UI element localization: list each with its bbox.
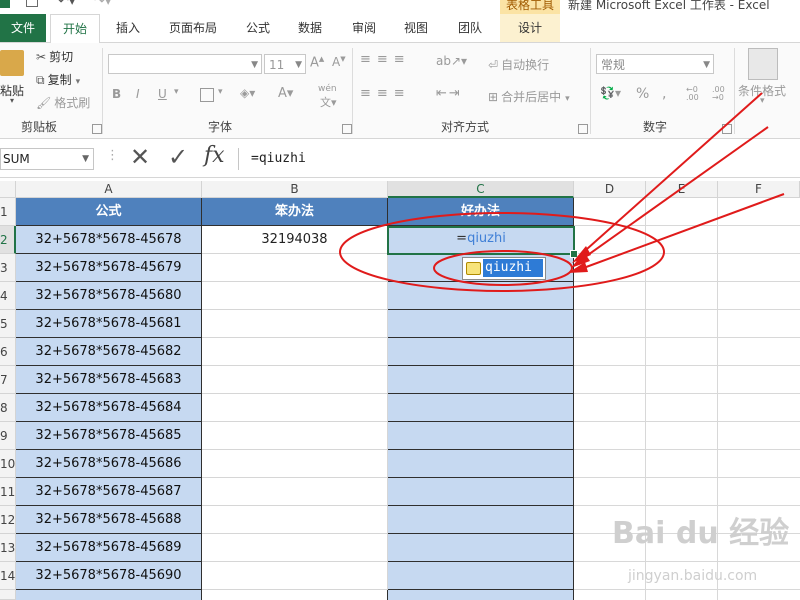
annotation-arrow-line — [577, 193, 785, 271]
annotation-ellipse-small — [433, 250, 573, 286]
annotation-arrow-line — [577, 126, 769, 263]
baidu-watermark-url: jingyan.baidu.com — [628, 568, 758, 584]
baidu-watermark: Bai du 经验 — [612, 516, 790, 551]
annotation-arrow-line — [577, 92, 763, 258]
